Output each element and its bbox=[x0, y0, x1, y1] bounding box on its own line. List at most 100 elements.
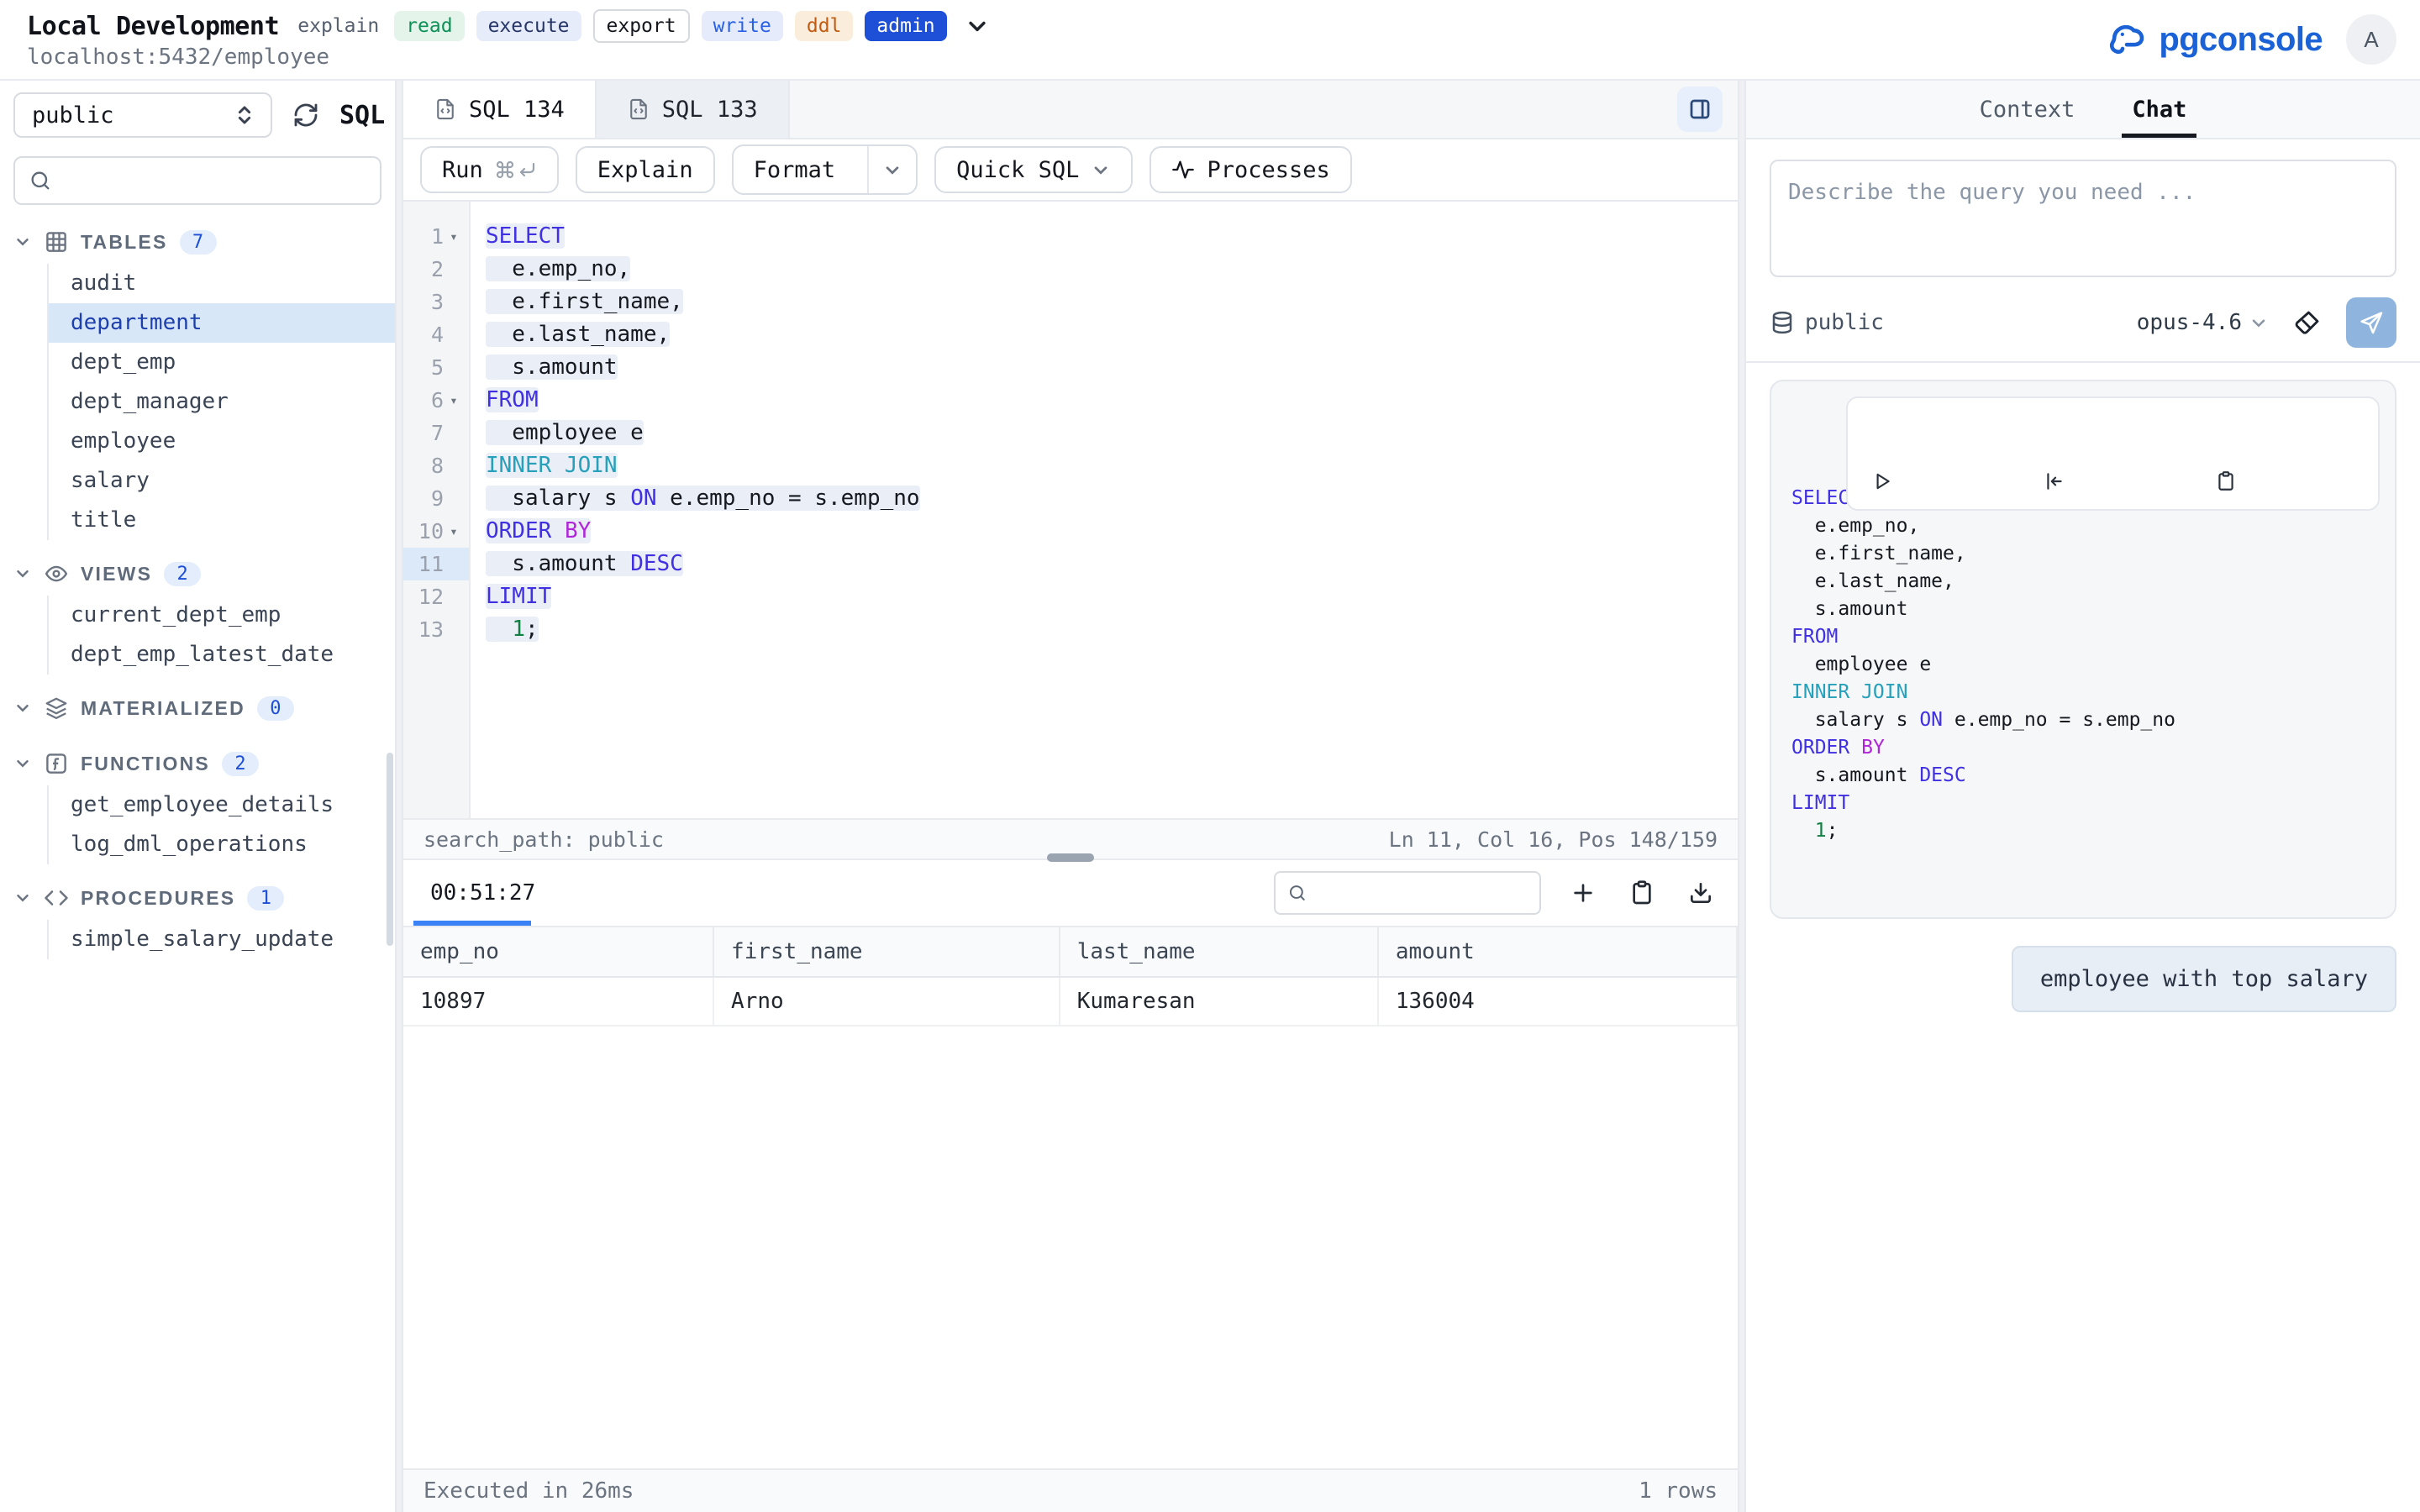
sidebar-item-current_dept_emp[interactable]: current_dept_emp bbox=[49, 596, 395, 635]
sidebar-scrollbar[interactable] bbox=[387, 753, 393, 946]
sidebar-item-get_employee_details[interactable]: get_employee_details bbox=[49, 785, 395, 825]
sidebar-item-dept_emp_latest_date[interactable]: dept_emp_latest_date bbox=[49, 635, 395, 675]
sidebar-section-procedures: PROCEDURES1simple_salary_update bbox=[13, 876, 395, 959]
sidebar-item-employee[interactable]: employee bbox=[49, 422, 395, 461]
permission-badge-read: read bbox=[394, 11, 464, 41]
panel-toggle-button[interactable] bbox=[1677, 87, 1723, 132]
editor-code[interactable]: SELECT e.emp_no, e.first_name, e.last_na… bbox=[471, 202, 1738, 818]
sidebar-item-dept_emp[interactable]: dept_emp bbox=[49, 343, 395, 382]
results-table: emp_nofirst_namelast_nameamount 10897Arn… bbox=[403, 926, 1738, 1026]
model-select[interactable]: opus-4.6 bbox=[2137, 310, 2269, 335]
column-header-last_name: last_name bbox=[1060, 927, 1378, 977]
section-header-materialized[interactable]: MATERIALIZED0 bbox=[13, 686, 395, 730]
gutter-line: 4 bbox=[403, 318, 469, 351]
table-cell: Kumaresan bbox=[1060, 977, 1378, 1026]
schema-select[interactable]: public bbox=[13, 92, 272, 138]
permission-badge-admin: admin bbox=[865, 11, 946, 41]
results-toolbar: 00:51:27 bbox=[403, 860, 1738, 926]
sidebar-item-audit[interactable]: audit bbox=[49, 264, 395, 303]
column-header-emp_no: emp_no bbox=[403, 927, 713, 977]
code-line: e.emp_no, bbox=[486, 253, 1738, 286]
gutter-line: 3 bbox=[403, 286, 469, 318]
add-icon[interactable] bbox=[1566, 876, 1600, 910]
code-line: FROM bbox=[486, 384, 1738, 417]
connection-title: Local Development bbox=[27, 12, 279, 41]
section-label: MATERIALIZED bbox=[81, 697, 245, 720]
fold-arrow-icon[interactable]: ▾ bbox=[444, 230, 464, 244]
suggested-sql: SELECT e.emp_no, e.first_name, e.last_na… bbox=[1791, 485, 2375, 845]
sidebar-item-log_dml_operations[interactable]: log_dml_operations bbox=[49, 825, 395, 864]
line-number: 12 bbox=[408, 585, 444, 609]
refresh-icon[interactable] bbox=[289, 98, 323, 132]
copy-icon[interactable] bbox=[2212, 412, 2358, 496]
search-icon bbox=[1287, 881, 1307, 905]
section-header-tables[interactable]: TABLES7 bbox=[13, 220, 395, 264]
explain-button[interactable]: Explain bbox=[576, 146, 715, 193]
sidebar-search-input[interactable] bbox=[62, 167, 366, 195]
chat-history: SELECT e.emp_no, e.first_name, e.last_na… bbox=[1746, 363, 2420, 1512]
sql-mode-label[interactable]: SQL bbox=[339, 101, 385, 130]
code-line: s.amount bbox=[486, 351, 1738, 384]
sidebar-item-title[interactable]: title bbox=[49, 501, 395, 540]
fold-arrow-icon[interactable]: ▾ bbox=[444, 525, 464, 538]
schema-chip: public bbox=[1770, 310, 1884, 335]
results-search-input[interactable] bbox=[1318, 879, 1528, 906]
run-query-icon[interactable] bbox=[1868, 412, 2014, 496]
insert-to-editor-icon[interactable] bbox=[2040, 412, 2186, 496]
section-items: simple_salary_update bbox=[47, 920, 395, 959]
section-header-functions[interactable]: FUNCTIONS2 bbox=[13, 742, 395, 785]
format-button[interactable]: Format bbox=[732, 144, 918, 195]
sidebar-item-salary[interactable]: salary bbox=[49, 461, 395, 501]
prompt-input[interactable] bbox=[1770, 160, 2396, 277]
processes-button[interactable]: Processes bbox=[1150, 146, 1351, 193]
tab-label: SQL 134 bbox=[469, 97, 565, 123]
chevron-down-icon[interactable] bbox=[867, 146, 916, 193]
eraser-icon[interactable] bbox=[2289, 304, 2326, 341]
result-tab-timer[interactable]: 00:51:27 bbox=[424, 880, 542, 906]
avatar[interactable]: A bbox=[2346, 14, 2396, 65]
gutter-line: 1▾ bbox=[403, 220, 469, 253]
section-header-procedures[interactable]: PROCEDURES1 bbox=[13, 876, 395, 920]
line-number: 5 bbox=[408, 355, 444, 380]
gutter-line: 8 bbox=[403, 449, 469, 482]
section-header-views[interactable]: VIEWS2 bbox=[13, 552, 395, 596]
results-search[interactable] bbox=[1274, 871, 1541, 915]
results-panel: 00:51:27 emp_nofirst_namelast_nameamoun bbox=[403, 860, 1738, 1512]
gutter-line: 6▾ bbox=[403, 384, 469, 417]
run-button[interactable]: Run bbox=[420, 146, 559, 193]
code-line: INNER JOIN bbox=[486, 449, 1738, 482]
quick-sql-button[interactable]: Quick SQL bbox=[934, 146, 1133, 193]
sidebar-search[interactable] bbox=[13, 156, 381, 205]
chevron-down-icon bbox=[1091, 160, 1111, 180]
sidebar-item-department[interactable]: department bbox=[49, 303, 395, 343]
download-icon[interactable] bbox=[1684, 876, 1718, 910]
results-header: emp_nofirst_namelast_nameamount bbox=[403, 927, 1737, 977]
sidebar-item-dept_manager[interactable]: dept_manager bbox=[49, 382, 395, 422]
editor-tab-sql-133[interactable]: SQL 133 bbox=[597, 81, 790, 138]
clipboard-icon[interactable] bbox=[1625, 876, 1659, 910]
right-panel-splitter[interactable] bbox=[1738, 81, 1746, 1512]
assistant-tabbar: Context Chat bbox=[1746, 81, 2420, 139]
count-badge: 7 bbox=[180, 230, 217, 255]
code-line: 1; bbox=[486, 613, 1738, 646]
code-line: ORDER BY bbox=[486, 515, 1738, 548]
section-items: get_employee_detailslog_dml_operations bbox=[47, 785, 395, 864]
count-badge: 1 bbox=[247, 886, 284, 911]
editor-tab-sql-134[interactable]: SQL 134 bbox=[403, 81, 597, 138]
chevron-down-icon bbox=[13, 564, 32, 583]
send-button[interactable] bbox=[2346, 297, 2396, 348]
chevron-down-icon bbox=[13, 889, 32, 907]
tab-chat[interactable]: Chat bbox=[2128, 81, 2190, 138]
file-code-icon bbox=[434, 97, 457, 121]
code-line: salary s ON e.emp_no = s.emp_no bbox=[486, 482, 1738, 515]
chevrons-up-down-icon bbox=[232, 102, 257, 128]
sidebar-item-simple_salary_update[interactable]: simple_salary_update bbox=[49, 920, 395, 959]
sidebar-splitter[interactable] bbox=[395, 81, 403, 1512]
chevron-down-icon[interactable] bbox=[962, 11, 992, 41]
connection-url: localhost:5432/employee bbox=[27, 45, 992, 70]
sidebar-section-views: VIEWS2current_dept_empdept_emp_latest_da… bbox=[13, 552, 395, 675]
tab-label: SQL 133 bbox=[662, 97, 758, 123]
fold-arrow-icon[interactable]: ▾ bbox=[444, 394, 464, 407]
tab-context[interactable]: Context bbox=[1976, 81, 2079, 138]
code-line: s.amount DESC bbox=[1791, 762, 2375, 790]
